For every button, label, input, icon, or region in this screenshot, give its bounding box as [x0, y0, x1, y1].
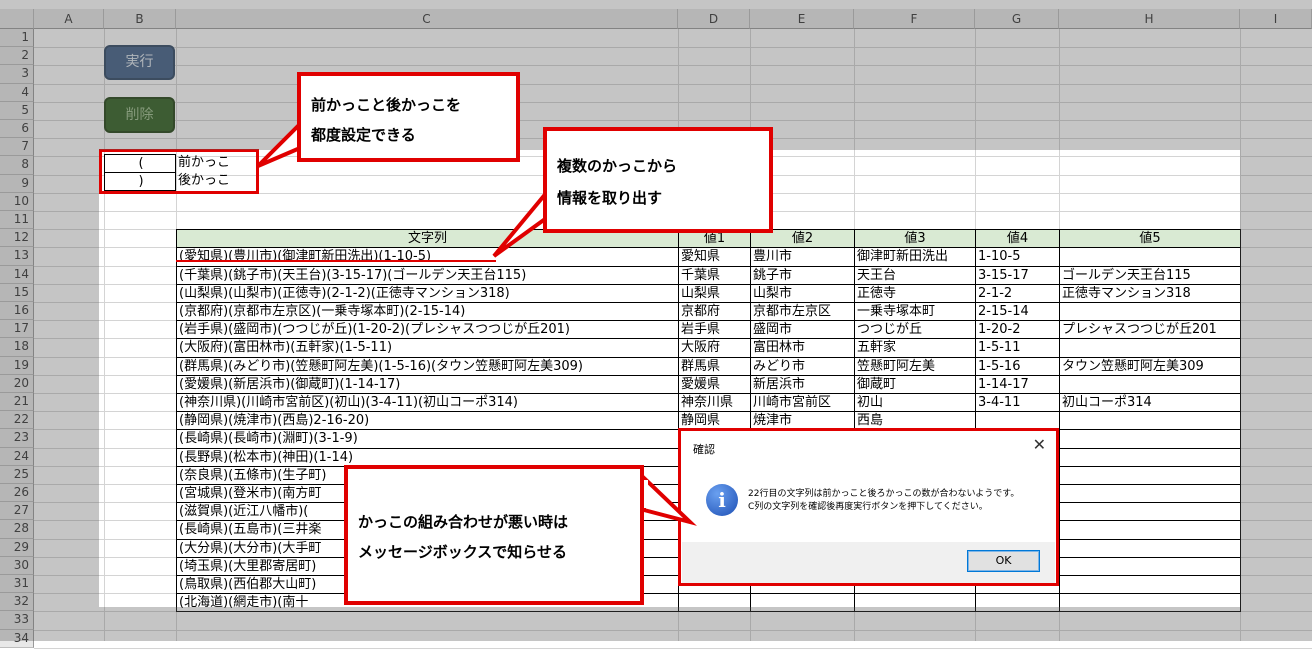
table-cell[interactable]: タウン笠懸町阿左美309: [1059, 356, 1241, 376]
dialog-message: 22行目の文字列は前かっこと後ろかっこの数が合わないようです。 C列の文字列を確…: [748, 488, 1019, 514]
close-icon[interactable]: ✕: [1033, 435, 1046, 454]
table-cell[interactable]: 千葉県: [678, 265, 751, 285]
table-cell[interactable]: 豊川市: [750, 247, 855, 267]
dialog-message-line1: 22行目の文字列は前かっこと後ろかっこの数が合わないようです。: [748, 489, 1020, 499]
table-cell[interactable]: 正徳寺: [854, 283, 976, 303]
callout-pointer-mismatch: [640, 473, 697, 526]
table-header: 値4: [975, 229, 1060, 249]
table-cell[interactable]: 山梨市: [750, 283, 855, 303]
table-cell[interactable]: つつじが丘: [854, 320, 976, 340]
table-cell[interactable]: 笠懸町阿左美: [854, 356, 976, 376]
table-cell[interactable]: [1059, 484, 1241, 504]
dim-overlay-right: [1240, 150, 1312, 607]
table-cell[interactable]: プレシャスつつじが丘201: [1059, 320, 1241, 340]
table-cell[interactable]: 京都府: [678, 302, 751, 322]
callout-brackets-line2: 都度設定できる: [311, 126, 416, 144]
table-cell[interactable]: 群馬県: [678, 356, 751, 376]
table-cell[interactable]: 富田林市: [750, 338, 855, 358]
table-cell[interactable]: 御蔵町: [854, 374, 976, 394]
table-cell[interactable]: (大阪府)(富田林市)(五軒家)(1-5-11): [176, 338, 679, 358]
table-cell[interactable]: 京都市左京区: [750, 302, 855, 322]
table-cell[interactable]: [1059, 411, 1241, 431]
table-cell[interactable]: 一乗寺塚本町: [854, 302, 976, 322]
table-cell[interactable]: [1059, 429, 1241, 449]
table-cell[interactable]: 盛岡市: [750, 320, 855, 340]
dialog-footer: OK: [682, 542, 1055, 583]
table-cell[interactable]: 初山コーポ314: [1059, 393, 1241, 413]
table-cell[interactable]: 山梨県: [678, 283, 751, 303]
table-cell[interactable]: 岩手県: [678, 320, 751, 340]
table-cell[interactable]: 2-1-2: [975, 283, 1060, 303]
table-cell[interactable]: (愛媛県)(新居浜市)(御蔵町)(1-14-17): [176, 374, 679, 394]
table-header: 値5: [1059, 229, 1241, 249]
table-cell[interactable]: (京都府)(京都市左京区)(一乗寺塚本町)(2-15-14): [176, 302, 679, 322]
table-cell[interactable]: 1-5-16: [975, 356, 1060, 376]
table-cell[interactable]: [1059, 247, 1241, 267]
table-cell[interactable]: 2-15-14: [975, 302, 1060, 322]
callout-mismatch-line2: メッセージボックスで知らせる: [358, 543, 567, 561]
callout-extract-line2: 情報を取り出す: [557, 189, 663, 207]
info-icon: i: [706, 484, 738, 516]
table-cell[interactable]: 五軒家: [854, 338, 976, 358]
table-cell[interactable]: 愛媛県: [678, 374, 751, 394]
table-cell[interactable]: (岩手県)(盛岡市)(つつじが丘)(1-20-2)(プレシャスつつじが丘201): [176, 320, 679, 340]
callout-mismatch-line1: かっこの組み合わせが悪い時は: [358, 513, 569, 531]
table-cell[interactable]: [1059, 538, 1241, 558]
table-cell[interactable]: ゴールデン天王台115: [1059, 265, 1241, 285]
table-cell[interactable]: 3-15-17: [975, 265, 1060, 285]
table-cell[interactable]: 1-14-17: [975, 374, 1060, 394]
callout-extract-line1: 複数のかっこから: [557, 157, 678, 175]
table-cell[interactable]: [1059, 338, 1241, 358]
table-cell[interactable]: (山梨県)(山梨市)(正徳寺)(2-1-2)(正徳寺マンション318): [176, 283, 679, 303]
table-cell[interactable]: [1059, 302, 1241, 322]
dim-overlay-bottom: [0, 607, 1312, 641]
table-cell[interactable]: [1059, 520, 1241, 540]
table-cell[interactable]: 川崎市宮前区: [750, 393, 855, 413]
settings-highlight: [99, 149, 259, 194]
dialog-title: 確認: [693, 443, 715, 456]
table-cell[interactable]: 1-10-5: [975, 247, 1060, 267]
dialog-message-line2: C列の文字列を確認後再度実行ボタンを押下してください。: [748, 502, 988, 512]
row13-underline: [176, 260, 496, 262]
table-cell[interactable]: 銚子市: [750, 265, 855, 285]
table-cell[interactable]: 神奈川県: [678, 393, 751, 413]
table-cell[interactable]: (愛知県)(豊川市)(御津町新田洗出)(1-10-5): [176, 247, 679, 267]
ok-button[interactable]: OK: [967, 550, 1040, 572]
callout-brackets: 前かっこと後かっこを 都度設定できる: [297, 72, 520, 162]
table-header: 値3: [854, 229, 976, 249]
table-cell[interactable]: 愛知県: [678, 247, 751, 267]
callout-brackets-line1: 前かっこと後かっこを: [311, 96, 462, 114]
table-cell[interactable]: 天王台: [854, 265, 976, 285]
table-cell[interactable]: 新居浜市: [750, 374, 855, 394]
table-cell[interactable]: (長野県)(松本市)(神田)(1-14): [176, 447, 679, 467]
spreadsheet: ABCDEFGHI 1 2 3 4 5 6 7 8 9 10 11 12 13 14 15 16 17 18 19 2…: [0, 0, 1312, 649]
table-cell[interactable]: [1059, 374, 1241, 394]
table-cell[interactable]: 御津町新田洗出: [854, 247, 976, 267]
table-cell[interactable]: [1059, 447, 1241, 467]
table-cell[interactable]: (静岡県)(焼津市)(西島)2-16-20): [176, 411, 679, 431]
table-cell[interactable]: [1059, 502, 1241, 522]
table-cell[interactable]: (群馬県)(みどり市)(笠懸町阿左美)(1-5-16)(タウン笠懸町阿左美309…: [176, 356, 679, 376]
callout-mismatch: かっこの組み合わせが悪い時は メッセージボックスで知らせる: [344, 465, 644, 605]
table-cell[interactable]: 1-5-11: [975, 338, 1060, 358]
table-cell[interactable]: (長崎県)(長崎市)(淵町)(3-1-9): [176, 429, 679, 449]
confirm-dialog: 確認 ✕ i 22行目の文字列は前かっこと後ろかっこの数が合わないようです。 C…: [678, 428, 1059, 586]
callout-extract: 複数のかっこから 情報を取り出す: [543, 127, 773, 233]
table-cell[interactable]: (神奈川県)(川崎市宮前区)(初山)(3-4-11)(初山コーポ314): [176, 393, 679, 413]
table-cell[interactable]: 1-20-2: [975, 320, 1060, 340]
dim-overlay-left: [0, 150, 99, 607]
table-cell[interactable]: 3-4-11: [975, 393, 1060, 413]
table-cell[interactable]: [1059, 556, 1241, 576]
dialog-body: i 22行目の文字列は前かっこと後ろかっこの数が合わないようです。 C列の文字列…: [682, 464, 1055, 542]
table-cell[interactable]: (千葉県)(銚子市)(天王台)(3-15-17)(ゴールデン天王台115): [176, 265, 679, 285]
table-cell[interactable]: 大阪府: [678, 338, 751, 358]
table-cell[interactable]: [1059, 465, 1241, 485]
table-cell[interactable]: 初山: [854, 393, 976, 413]
table-cell[interactable]: [1059, 575, 1241, 595]
table-cell[interactable]: みどり市: [750, 356, 855, 376]
table-cell[interactable]: 正徳寺マンション318: [1059, 283, 1241, 303]
